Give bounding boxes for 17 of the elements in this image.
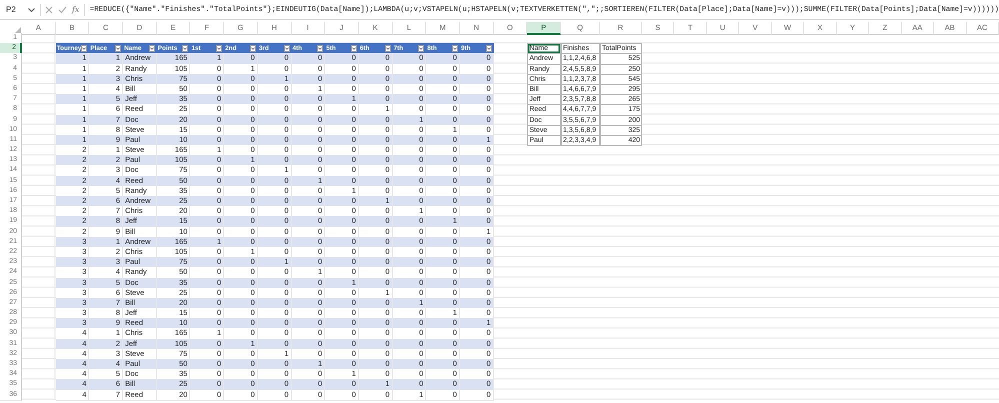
check-icon[interactable] (58, 6, 67, 14)
filter-button[interactable] (81, 44, 88, 52)
dropdown-caret-icon[interactable] (28, 8, 35, 12)
filter-button[interactable] (250, 44, 256, 52)
filter-button[interactable] (317, 44, 324, 52)
filter-button[interactable] (284, 44, 290, 52)
filter-button[interactable] (418, 44, 424, 52)
filter-button[interactable] (350, 44, 357, 52)
filter-button[interactable] (384, 44, 391, 52)
insert-function-button[interactable]: fx (72, 5, 80, 14)
filter-button[interactable] (452, 44, 458, 52)
filter-button[interactable] (115, 44, 122, 52)
filter-button[interactable] (182, 44, 188, 52)
filter-button[interactable] (148, 44, 155, 52)
name-box[interactable]: P2 (6, 5, 23, 14)
filter-button[interactable] (486, 44, 492, 52)
filter-button[interactable] (216, 44, 222, 52)
